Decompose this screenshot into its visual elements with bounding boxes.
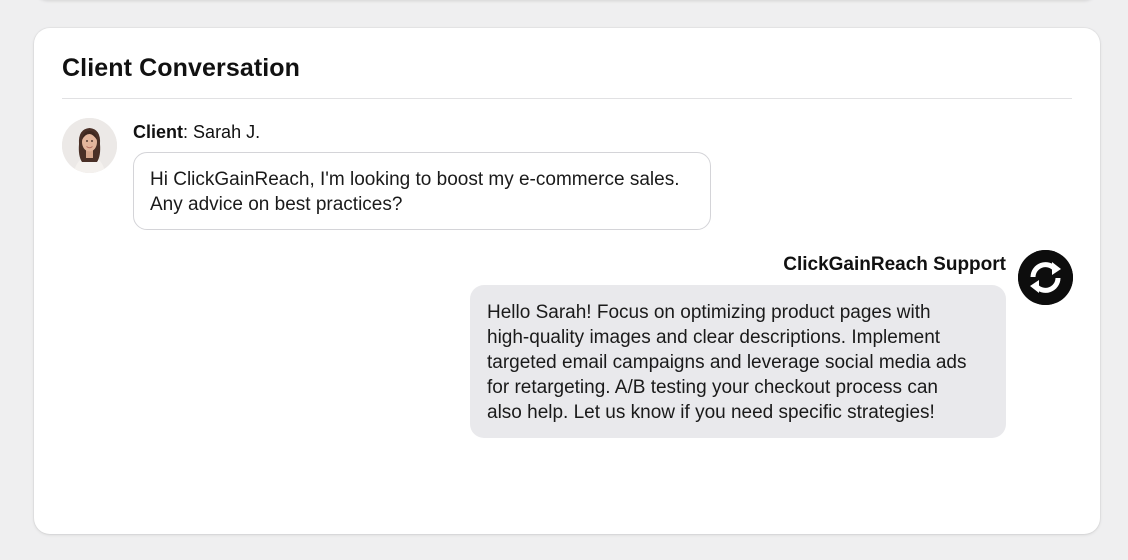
client-avatar-photo bbox=[62, 118, 117, 173]
client-name-label: Client: Sarah J. bbox=[133, 122, 260, 143]
title-divider bbox=[62, 98, 1072, 99]
support-message-line: for retargeting. A/B testing your checko… bbox=[487, 377, 938, 398]
client-avatar bbox=[62, 118, 117, 173]
card-title: Client Conversation bbox=[62, 54, 301, 82]
client-message-line: Hi ClickGainReach, I'm looking to boost … bbox=[150, 169, 680, 190]
support-name-label: ClickGainReach Support bbox=[783, 254, 1006, 275]
support-message-line: targeted email campaigns and leverage so… bbox=[487, 352, 967, 373]
support-message-line: Hello Sarah! Focus on optimizing product… bbox=[487, 302, 931, 323]
client-role-label: Client bbox=[133, 122, 184, 142]
support-message-bubble: Hello Sarah! Focus on optimizing product… bbox=[470, 285, 1006, 438]
client-message-bubble: Hi ClickGainReach, I'm looking to boost … bbox=[133, 152, 711, 230]
client-message-line: Any advice on best practices? bbox=[150, 194, 403, 215]
support-message-line: high-quality images and clear descriptio… bbox=[487, 327, 941, 348]
sync-logo-icon bbox=[1018, 250, 1073, 305]
client-conversation-card: Client Conversation Client: Sarah J. Hi … bbox=[34, 28, 1100, 534]
client-name-separator: : bbox=[183, 122, 189, 142]
support-avatar bbox=[1018, 250, 1073, 305]
support-message-line: also help. Let us know if you need speci… bbox=[487, 402, 935, 423]
client-name: Sarah J. bbox=[193, 122, 261, 142]
